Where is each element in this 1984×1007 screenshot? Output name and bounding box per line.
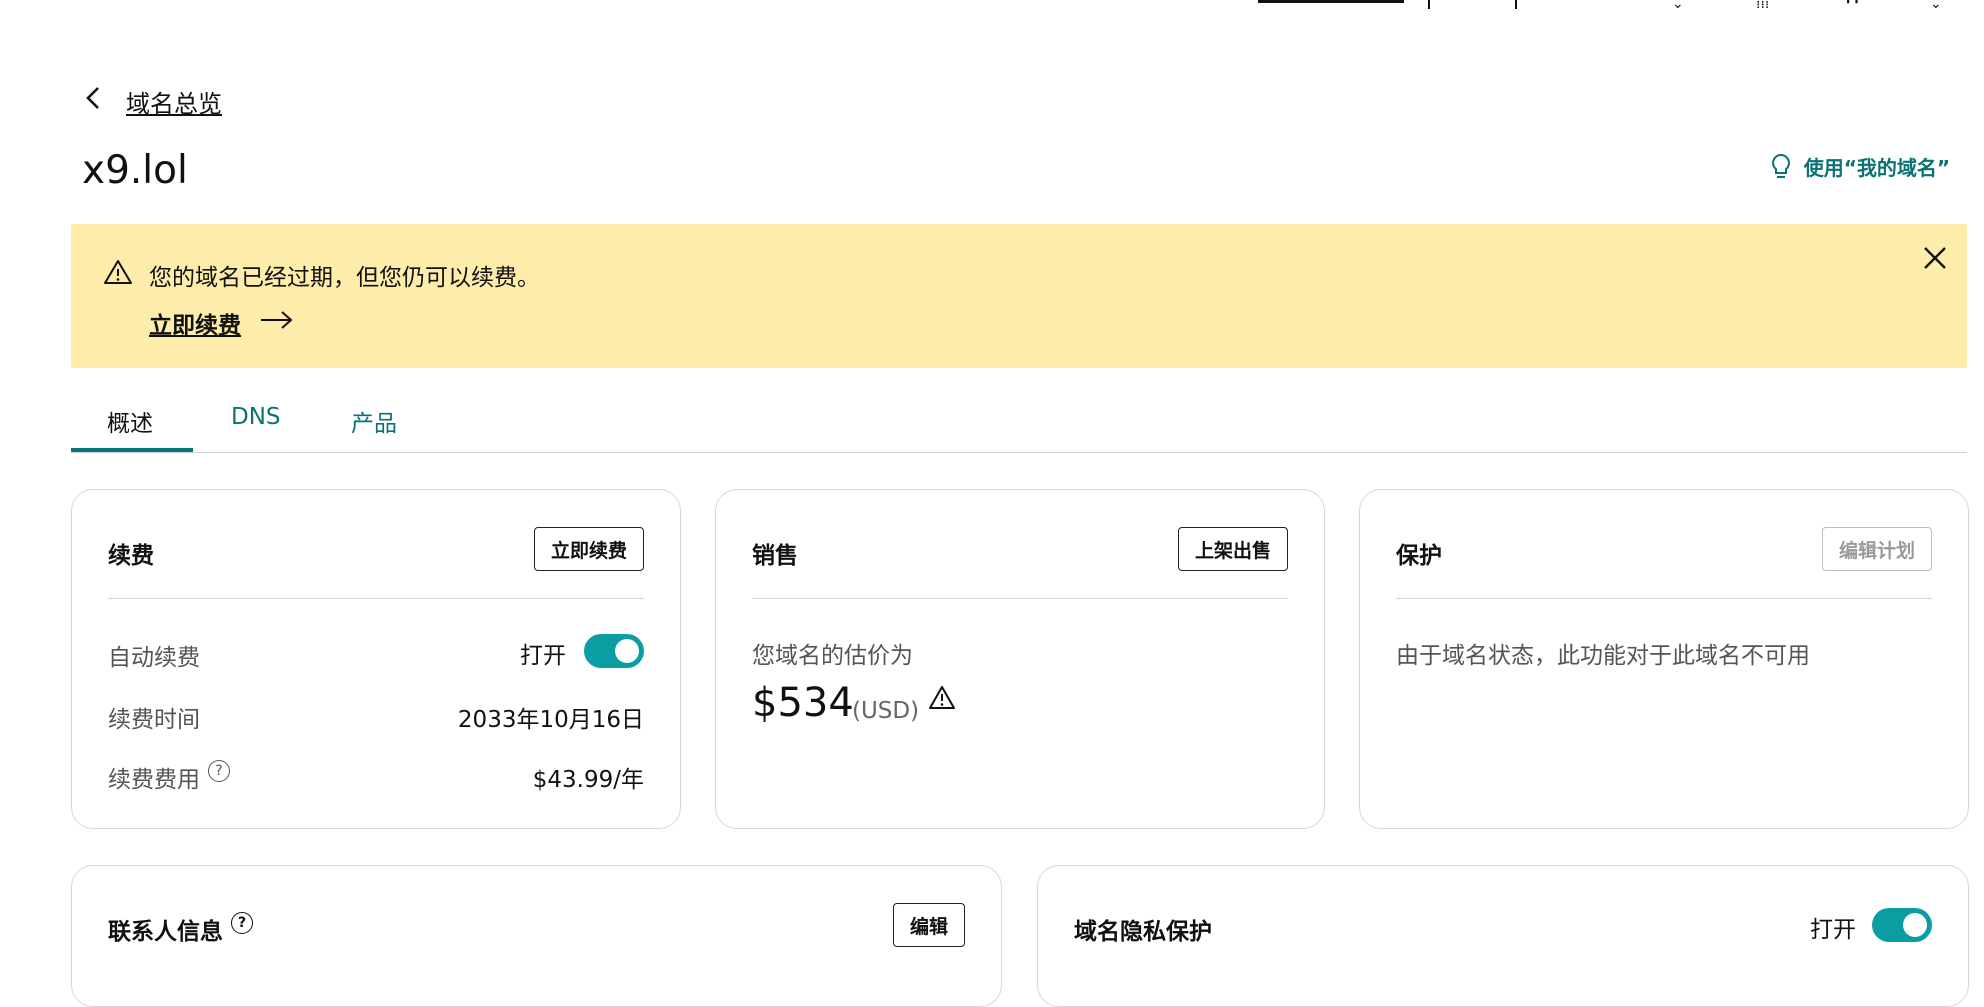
divider	[752, 598, 1288, 599]
renew-date-value: 2033年10月16日	[457, 707, 644, 733]
apps-icon[interactable]: ⁞⁞⁞	[1756, 0, 1769, 11]
close-icon[interactable]	[1921, 244, 1949, 272]
privacy-card: 域名隐私保护 打开	[1037, 865, 1969, 1007]
protection-title: 保护	[1396, 543, 1442, 569]
account-icon[interactable]: ╹╹	[1844, 0, 1861, 11]
sale-card: 销售 上架出售 您域名的估价为 $534 (USD)	[715, 489, 1325, 829]
protection-card: 保护 编辑计划 由于域名状态，此功能对于此域名不可用	[1359, 489, 1969, 829]
renew-date-label: 续费时间	[108, 707, 200, 733]
top-nav-separator	[1515, 0, 1517, 9]
estimate-label: 您域名的估价为	[752, 643, 913, 669]
warning-icon[interactable]	[928, 684, 956, 712]
edit-plan-button[interactable]: 编辑计划	[1821, 527, 1932, 571]
renewal-card: 续费 立即续费 自动续费 打开 续费时间 2033年10月16日 续费费用? $…	[71, 489, 681, 829]
protection-unavailable-message: 由于域名状态，此功能对于此域名不可用	[1396, 643, 1810, 669]
help-icon[interactable]: ?	[231, 912, 253, 934]
estimate-unit: (USD)	[852, 698, 920, 724]
back-to-domains-link[interactable]: 域名总览	[126, 84, 222, 119]
privacy-toggle[interactable]	[1872, 908, 1932, 942]
active-tab-indicator	[71, 448, 193, 452]
renewal-title: 续费	[108, 543, 154, 569]
divider	[108, 598, 644, 599]
privacy-state: 打开	[1810, 917, 1856, 943]
top-nav-active-indicator	[1258, 0, 1404, 3]
sale-title: 销售	[752, 543, 798, 569]
renew-now-button[interactable]: 立即续费	[533, 527, 644, 571]
auto-renew-state: 打开	[520, 643, 566, 669]
contact-title: 联系人信息	[108, 919, 223, 945]
tip-link[interactable]: 使用“我的域名”	[1770, 152, 1950, 181]
divider	[1396, 598, 1932, 599]
top-nav-separator	[1428, 0, 1430, 9]
banner-renew-link[interactable]: 立即续费	[149, 306, 241, 340]
tip-label: 使用“我的域名”	[1803, 156, 1950, 180]
expired-banner: 您的域名已经过期，但您仍可以续费。 立即续费	[71, 224, 1967, 368]
domain-tabs: 概述 DNS 产品	[71, 396, 1967, 453]
privacy-title: 域名隐私保护	[1074, 919, 1212, 945]
auto-renew-toggle[interactable]	[584, 634, 644, 668]
arrow-right-icon[interactable]	[259, 308, 295, 332]
tab-products[interactable]: 产品	[351, 404, 397, 438]
chevron-left-icon[interactable]	[80, 84, 108, 112]
renew-fee-value: $43.99/年	[532, 767, 644, 793]
auto-renew-label: 自动续费	[108, 645, 200, 671]
help-icon[interactable]: ⌄	[1672, 0, 1684, 11]
renew-fee-label: 续费费用	[108, 767, 200, 793]
warning-icon	[104, 260, 132, 284]
renew-fee-label-row: 续费费用?	[108, 760, 230, 794]
tab-dns[interactable]: DNS	[231, 404, 281, 430]
cart-icon[interactable]: ⌄	[1930, 0, 1942, 11]
banner-message: 您的域名已经过期，但您仍可以续费。	[149, 265, 540, 291]
page-title: x9.lol	[82, 148, 188, 193]
estimate-value: $534	[752, 680, 854, 726]
lightbulb-icon	[1771, 153, 1790, 178]
help-icon[interactable]: ?	[208, 760, 230, 782]
edit-contact-button[interactable]: 编辑	[892, 903, 965, 947]
list-for-sale-button[interactable]: 上架出售	[1177, 527, 1288, 571]
contact-title-row: 联系人信息?	[108, 912, 253, 946]
tab-overview[interactable]: 概述	[107, 404, 153, 438]
contact-card: 联系人信息? 编辑	[71, 865, 1002, 1007]
